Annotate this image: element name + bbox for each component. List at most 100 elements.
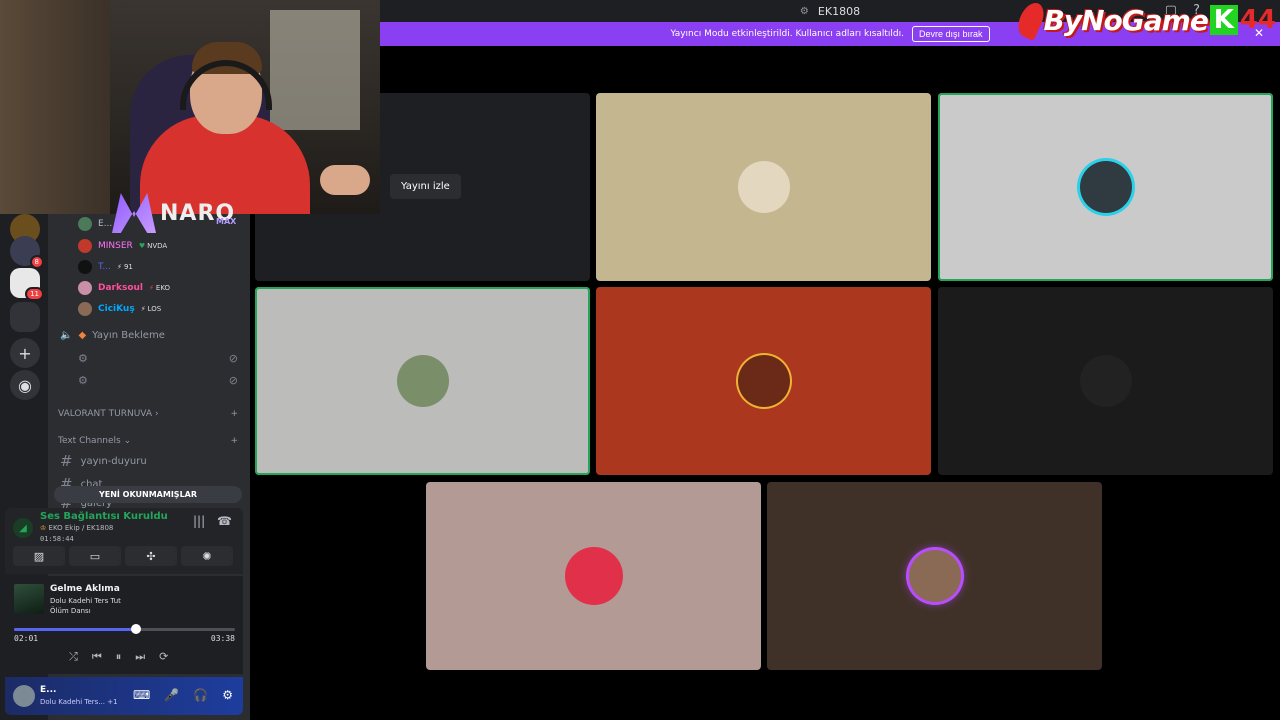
activities-button[interactable]: ✣	[125, 546, 177, 566]
song-artist: Dolu Kadehi Ters Tut	[50, 597, 121, 605]
total-time: 03:38	[210, 634, 235, 643]
category-text-channels[interactable]: Text Channels ⌄ +	[58, 436, 238, 446]
voice-user-name: MINSER	[98, 241, 133, 251]
video-tile[interactable]	[255, 287, 590, 475]
user-tag: ♥ NVDA	[139, 242, 167, 250]
hash-icon: #	[60, 452, 73, 470]
status-text: Dolu Kadehi Ters...	[40, 698, 105, 706]
muted-icon: ⊘	[228, 374, 238, 387]
tag-label: NVDA	[147, 242, 168, 250]
server-icon[interactable]: 11	[10, 268, 44, 301]
category-name: Text Channels	[58, 436, 121, 446]
watch-stream-button[interactable]: Yayını izle	[390, 174, 461, 199]
shuffle-icon[interactable]: ⤮	[69, 650, 78, 664]
user-tag: ⚡ 91	[117, 263, 133, 271]
repeat-icon[interactable]: ⟳	[159, 650, 168, 664]
voice-user[interactable]: E...	[78, 217, 112, 231]
banner-message: Yayıncı Modu etkinleştirildi. Kullanıcı …	[670, 29, 905, 39]
transport-controls: ⤮ ⏮ ⏸ ⏭ ⟳	[69, 650, 168, 664]
voice-channel-path[interactable]: ♔ EKO Ekip / EK1808	[40, 524, 113, 532]
add-channel-icon[interactable]: +	[230, 409, 238, 419]
user-tag: ⚡ LOS	[141, 305, 162, 313]
avatar	[78, 281, 92, 295]
brand-overlay: ByNoGame K 44	[1012, 0, 1276, 41]
webcam-overlay	[0, 0, 380, 214]
avatar	[78, 239, 92, 253]
naro-logo-sub: MAX	[216, 217, 237, 226]
microphone-icon[interactable]: 🎤	[164, 688, 179, 702]
voice-user[interactable]: CiciKuş ⚡ LOS	[78, 302, 161, 316]
voice-status[interactable]: Ses Bağlantısı Kuruldu	[40, 511, 168, 522]
crown-icon: ♔	[40, 524, 47, 532]
headphones-icon[interactable]: 🎧	[193, 688, 208, 702]
avatar	[396, 355, 449, 407]
video-tile[interactable]	[938, 93, 1273, 281]
avatar	[78, 217, 92, 231]
webcam-window	[270, 10, 360, 130]
bolt-icon: ⚡	[117, 263, 122, 271]
chevron-right-icon: ›	[154, 409, 159, 419]
soundboard-button[interactable]: ✺	[181, 546, 233, 566]
muted-icon: ⊘	[228, 352, 238, 365]
add-server-icon[interactable]: +	[10, 338, 40, 368]
video-tile[interactable]	[767, 482, 1102, 670]
streamer-hand	[320, 165, 370, 195]
avatar	[78, 260, 92, 274]
disable-streamer-mode-button[interactable]: Devre dışı bırak	[912, 26, 990, 42]
screen-share-icon: ▭	[89, 549, 101, 563]
song-album: Ölüm Dansı	[50, 607, 91, 615]
video-tile[interactable]	[938, 287, 1273, 475]
next-icon[interactable]: ⏭	[135, 650, 145, 664]
user-status: Dolu Kadehi Ters... +1	[40, 698, 118, 706]
camera-off-button[interactable]: ▨	[13, 546, 65, 566]
text-channel-yayin-duyuru[interactable]: # yayın-duyuru	[60, 452, 147, 470]
user-panel: E... Dolu Kadehi Ters... +1 ⌨ 🎤 🎧 ⚙	[5, 677, 243, 715]
user-name[interactable]: E...	[40, 685, 56, 695]
avatar	[78, 302, 92, 316]
video-tile[interactable]	[596, 93, 931, 281]
avatar	[737, 161, 790, 213]
avatar	[1079, 355, 1132, 407]
bolt-icon: ⚡	[149, 284, 154, 292]
chevron-down-icon: ⌄	[123, 436, 132, 446]
signal-icon[interactable]: ◢	[13, 518, 33, 538]
add-channel-icon[interactable]: +	[230, 436, 238, 446]
speaker-icon: 🔈	[60, 330, 73, 341]
noise-suppression-icon[interactable]: |||	[193, 514, 205, 528]
avatar	[567, 550, 620, 602]
song-title: Gelme Aklıma	[50, 584, 120, 594]
video-tile[interactable]	[596, 287, 931, 475]
game-controller-icon[interactable]: ⌨	[133, 688, 150, 702]
brand-name: ByNoGame	[1043, 3, 1209, 37]
server-icon[interactable]: 8	[10, 236, 44, 269]
album-art	[14, 584, 44, 614]
voice-user-name: Darksoul	[98, 283, 143, 293]
channel-name: yayın-duyuru	[80, 455, 147, 467]
voice-user[interactable]: ⚙ ⊘	[78, 352, 238, 365]
unread-badge: 8	[29, 255, 44, 269]
soundboard-icon: ✺	[202, 549, 212, 563]
category-valorant-turnuva[interactable]: VALORANT TURNUVA › +	[58, 409, 238, 419]
video-tile[interactable]	[426, 482, 761, 670]
pause-icon[interactable]: ⏸	[116, 650, 122, 664]
voice-user-name: CiciKuş	[98, 304, 135, 314]
voice-user[interactable]: T... ⚡ 91	[78, 260, 133, 274]
voice-user[interactable]: MINSER ♥ NVDA	[78, 239, 167, 253]
discover-icon[interactable]: ◉	[10, 370, 40, 400]
screen-share-button[interactable]: ▭	[69, 546, 121, 566]
voice-connection-panel: ◢ Ses Bağlantısı Kuruldu ♔ EKO Ekip / EK…	[5, 508, 243, 574]
previous-icon[interactable]: ⏮	[92, 650, 102, 664]
voice-channel-yayin-bekleme[interactable]: 🔈 ◆ Yayın Bekleme	[60, 330, 165, 341]
song-progress-bar[interactable]	[14, 624, 235, 634]
song-progress-knob[interactable]	[130, 624, 141, 634]
activities-icon: ✣	[146, 549, 156, 563]
server-icon: ⚙	[799, 6, 809, 17]
avatar[interactable]	[13, 685, 35, 707]
gear-icon[interactable]: ⚙	[222, 688, 233, 702]
disconnect-icon[interactable]: ☎	[217, 514, 232, 528]
voice-user[interactable]: ⚙ ⊘	[78, 374, 238, 387]
new-unreads-pill[interactable]: YENİ OKUNMAMIŞLAR	[54, 486, 242, 503]
folder-icon[interactable]	[10, 302, 40, 332]
status-extra: +1	[107, 698, 118, 706]
voice-user[interactable]: Darksoul ⚡ EKO	[78, 281, 170, 295]
